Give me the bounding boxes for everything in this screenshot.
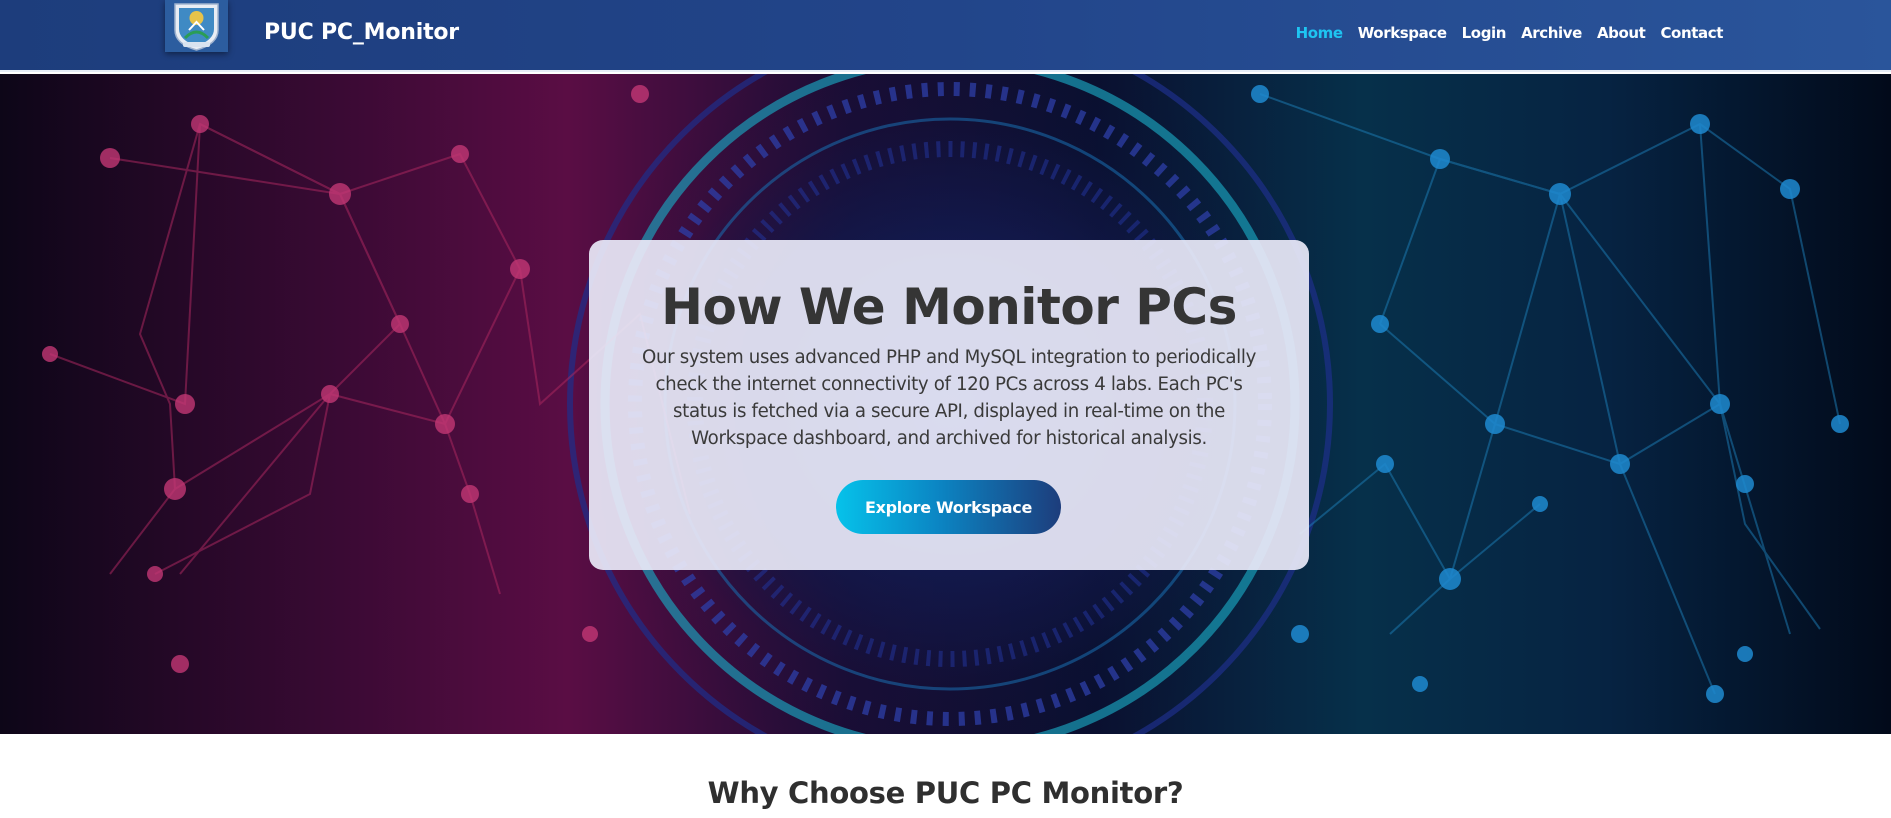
hero-card: How We Monitor PCs Our system uses advan… [589,240,1309,570]
main-nav: Home Workspace Login Archive About Conta… [1296,24,1724,42]
hero-section: How We Monitor PCs Our system uses advan… [0,74,1891,734]
hero-title: How We Monitor PCs [661,278,1237,336]
nav-link-contact[interactable]: Contact [1660,24,1723,42]
nav-link-home[interactable]: Home [1296,24,1343,42]
top-navbar: PUC PC_Monitor Home Workspace Login Arch… [0,0,1891,72]
university-logo-icon[interactable] [165,0,228,52]
hero-description: Our system uses advanced PHP and MySQL i… [642,347,1256,449]
nav-link-about[interactable]: About [1597,24,1646,42]
features-heading: Why Choose PUC PC Monitor? [707,776,1184,810]
explore-workspace-button[interactable]: Explore Workspace [836,480,1061,534]
nav-link-workspace[interactable]: Workspace [1358,24,1447,42]
nav-link-login[interactable]: Login [1462,24,1507,42]
nav-link-archive[interactable]: Archive [1521,24,1582,42]
brand-title[interactable]: PUC PC_Monitor [264,20,459,45]
